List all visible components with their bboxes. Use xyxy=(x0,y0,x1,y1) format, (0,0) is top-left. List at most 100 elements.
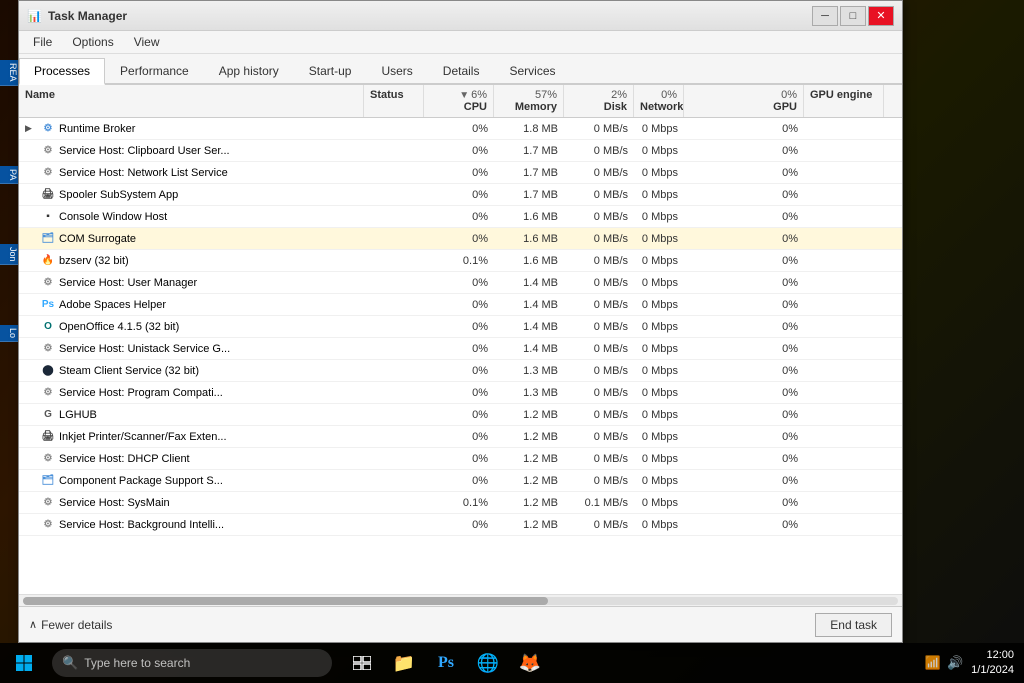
table-row[interactable]: 🗂 Component Package Support S... 0% 1.2 … xyxy=(19,470,902,492)
tab-processes[interactable]: Processes xyxy=(19,58,105,85)
cell-network: 0 Mbps xyxy=(634,429,684,445)
col-gpu[interactable]: 0% GPU xyxy=(684,85,804,117)
firefox-icon[interactable]: 🦊 xyxy=(510,643,550,683)
cell-name: ▶ ⚙ Runtime Broker xyxy=(19,120,364,138)
expand-icon[interactable] xyxy=(25,365,37,377)
process-icon: ⚙ xyxy=(41,276,55,290)
cell-gpu-engine xyxy=(804,479,884,483)
table-row[interactable]: 🔥 bzserv (32 bit) 0.1% 1.6 MB 0 MB/s 0 M… xyxy=(19,250,902,272)
col-gpu-engine-label: GPU engine xyxy=(810,89,872,101)
process-table[interactable]: ▶ ⚙ Runtime Broker 0% 1.8 MB 0 MB/s 0 Mb… xyxy=(19,118,902,594)
cell-gpu: 0% xyxy=(684,319,804,335)
table-row[interactable]: 🖨 Spooler SubSystem App 0% 1.7 MB 0 MB/s… xyxy=(19,184,902,206)
menu-view[interactable]: View xyxy=(126,33,168,51)
table-row[interactable]: ⚙ Service Host: DHCP Client 0% 1.2 MB 0 … xyxy=(19,448,902,470)
scrollbar-thumb[interactable] xyxy=(23,597,548,605)
table-row[interactable]: ⚙ Service Host: Clipboard User Ser... 0%… xyxy=(19,140,902,162)
expand-icon[interactable] xyxy=(25,167,37,179)
table-row[interactable]: 🗂 COM Surrogate 0% 1.6 MB 0 MB/s 0 Mbps … xyxy=(19,228,902,250)
network-icon[interactable]: 📶 xyxy=(925,655,941,671)
clock-display[interactable]: 12:00 1/1/2024 xyxy=(971,648,1014,679)
side-item-lo[interactable]: Lo xyxy=(0,325,20,342)
col-network[interactable]: 0% Network xyxy=(634,85,684,117)
side-item-pa[interactable]: PA xyxy=(0,166,20,184)
cell-gpu-engine xyxy=(804,303,884,307)
expand-icon[interactable] xyxy=(25,453,37,465)
table-row[interactable]: ⚙ Service Host: Network List Service 0% … xyxy=(19,162,902,184)
tab-services[interactable]: Services xyxy=(494,58,570,85)
table-row[interactable]: ⚙ Service Host: Program Compati... 0% 1.… xyxy=(19,382,902,404)
expand-icon[interactable] xyxy=(25,431,37,443)
taskview-button[interactable] xyxy=(342,643,382,683)
cell-cpu: 0% xyxy=(424,187,494,203)
process-name: bzserv (32 bit) xyxy=(59,255,129,267)
windows-logo-icon xyxy=(15,654,33,672)
expand-icon[interactable] xyxy=(25,211,37,223)
cell-gpu: 0% xyxy=(684,231,804,247)
expand-icon[interactable] xyxy=(25,233,37,245)
table-row[interactable]: ▶ ⚙ Runtime Broker 0% 1.8 MB 0 MB/s 0 Mb… xyxy=(19,118,902,140)
table-row[interactable]: ▪ Console Window Host 0% 1.6 MB 0 MB/s 0… xyxy=(19,206,902,228)
start-button[interactable] xyxy=(0,643,48,683)
file-explorer-icon[interactable]: 📁 xyxy=(384,643,424,683)
table-row[interactable]: G LGHUB 0% 1.2 MB 0 MB/s 0 Mbps 0% xyxy=(19,404,902,426)
close-button[interactable]: ✕ xyxy=(868,6,894,26)
col-status[interactable]: Status xyxy=(364,85,424,117)
expand-icon[interactable] xyxy=(25,409,37,421)
col-memory[interactable]: 57% Memory xyxy=(494,85,564,117)
table-row[interactable]: O OpenOffice 4.1.5 (32 bit) 0% 1.4 MB 0 … xyxy=(19,316,902,338)
table-row[interactable]: ⚙ Service Host: User Manager 0% 1.4 MB 0… xyxy=(19,272,902,294)
minimize-button[interactable]: ─ xyxy=(812,6,838,26)
expand-icon[interactable] xyxy=(25,255,37,267)
end-task-button[interactable]: End task xyxy=(815,613,892,637)
cell-status xyxy=(364,237,424,241)
expand-icon[interactable] xyxy=(25,189,37,201)
expand-icon[interactable] xyxy=(25,343,37,355)
process-name: Console Window Host xyxy=(59,211,167,223)
expand-icon[interactable] xyxy=(25,519,37,531)
col-cpu[interactable]: ▼ 6% CPU xyxy=(424,85,494,117)
tab-startup[interactable]: Start-up xyxy=(294,58,367,85)
volume-icon[interactable]: 🔊 xyxy=(947,655,963,671)
table-row[interactable]: ⚙ Service Host: SysMain 0.1% 1.2 MB 0.1 … xyxy=(19,492,902,514)
expand-icon[interactable] xyxy=(25,497,37,509)
table-row[interactable]: ⚙ Service Host: Background Intelli... 0%… xyxy=(19,514,902,536)
side-item-jon[interactable]: Jon xyxy=(0,244,20,266)
menu-options[interactable]: Options xyxy=(64,33,121,51)
col-name[interactable]: Name xyxy=(19,85,364,117)
horizontal-scrollbar[interactable] xyxy=(19,594,902,606)
expand-icon[interactable] xyxy=(25,387,37,399)
cell-disk: 0 MB/s xyxy=(564,385,634,401)
tab-app-history[interactable]: App history xyxy=(204,58,294,85)
expand-icon[interactable] xyxy=(25,145,37,157)
table-row[interactable]: ⚙ Service Host: Unistack Service G... 0%… xyxy=(19,338,902,360)
cpu-sort-arrow: ▼ xyxy=(459,90,469,101)
fewer-details-button[interactable]: ∧ Fewer details xyxy=(29,618,112,632)
col-gpu-engine[interactable]: GPU engine xyxy=(804,85,884,117)
table-row[interactable]: 🖨 Inkjet Printer/Scanner/Fax Exten... 0%… xyxy=(19,426,902,448)
col-disk[interactable]: 2% Disk xyxy=(564,85,634,117)
cell-status xyxy=(364,413,424,417)
expand-icon[interactable] xyxy=(25,475,37,487)
cell-gpu: 0% xyxy=(684,297,804,313)
table-row[interactable]: Ps Adobe Spaces Helper 0% 1.4 MB 0 MB/s … xyxy=(19,294,902,316)
tab-details[interactable]: Details xyxy=(428,58,495,85)
expand-icon[interactable]: ▶ xyxy=(25,123,37,135)
tab-performance[interactable]: Performance xyxy=(105,58,204,85)
table-row[interactable]: ⬤ Steam Client Service (32 bit) 0% 1.3 M… xyxy=(19,360,902,382)
expand-icon[interactable] xyxy=(25,277,37,289)
scrollbar-track[interactable] xyxy=(23,597,898,605)
expand-icon[interactable] xyxy=(25,299,37,311)
cell-disk: 0 MB/s xyxy=(564,143,634,159)
menu-file[interactable]: File xyxy=(25,33,60,51)
side-item-rea[interactable]: REA xyxy=(0,60,20,86)
cell-gpu-engine xyxy=(804,523,884,527)
expand-icon[interactable] xyxy=(25,321,37,333)
cell-gpu: 0% xyxy=(684,363,804,379)
maximize-button[interactable]: □ xyxy=(840,6,866,26)
photoshop-icon[interactable]: Ps xyxy=(426,643,466,683)
search-bar[interactable]: 🔍 Type here to search xyxy=(52,649,332,677)
tab-users[interactable]: Users xyxy=(366,58,427,85)
cell-gpu: 0% xyxy=(684,121,804,137)
chrome-icon[interactable]: 🌐 xyxy=(468,643,508,683)
